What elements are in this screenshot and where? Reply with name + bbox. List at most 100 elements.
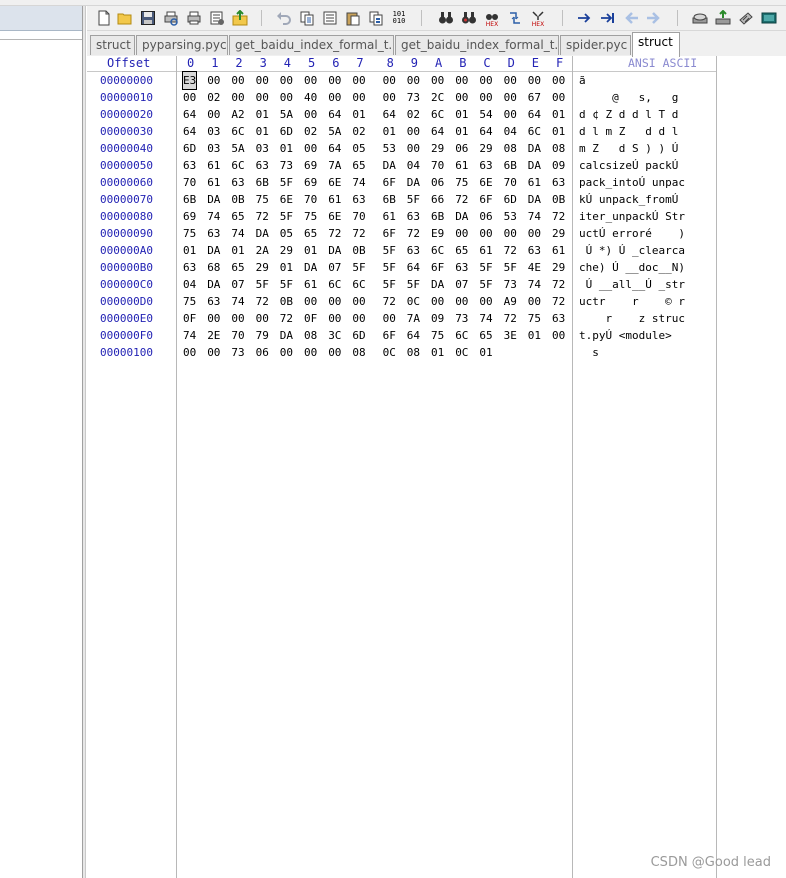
hex-byte[interactable]: 6D bbox=[352, 327, 365, 344]
hex-byte[interactable]: 0C bbox=[383, 344, 396, 361]
hex-byte[interactable]: 00 bbox=[280, 89, 293, 106]
ascii-text[interactable]: ã bbox=[579, 72, 586, 89]
hex-byte[interactable]: 6B bbox=[431, 208, 444, 225]
hex-byte[interactable]: 0C bbox=[455, 344, 468, 361]
hex-byte[interactable]: 03 bbox=[256, 140, 269, 157]
hex-byte[interactable]: 64 bbox=[328, 106, 341, 123]
hex-byte[interactable]: 2C bbox=[431, 89, 444, 106]
hex-byte[interactable]: 08 bbox=[407, 344, 420, 361]
hex-byte[interactable]: 5F bbox=[280, 276, 293, 293]
hex-byte[interactable]: 6C bbox=[328, 276, 341, 293]
hex-byte[interactable]: 6C bbox=[231, 157, 244, 174]
hex-row[interactable]: 000000B0 63 68 65 29 01 DA 07 5F 5F 64 6F 63 5F 5F 4E 29… bbox=[87, 259, 717, 276]
hex-byte[interactable]: 64 bbox=[407, 259, 420, 276]
replace-icon[interactable] bbox=[506, 9, 524, 27]
hex-byte[interactable]: 73 bbox=[407, 89, 420, 106]
hex-byte[interactable]: A9 bbox=[504, 293, 517, 310]
hex-byte[interactable]: 6C bbox=[352, 276, 365, 293]
hex-byte[interactable]: 00 bbox=[431, 293, 444, 310]
hex-row[interactable]: 00000010 00 02 00 00 00 40 00 00 00 73 2C 00 00 00 67 00… bbox=[87, 89, 717, 106]
hex-byte[interactable]: DA bbox=[528, 157, 541, 174]
hex-row[interactable]: 000000D0 75 63 74 72 0B 00 00 00 72 0C 00 00 00 A9 00 72… bbox=[87, 293, 717, 310]
hex-byte[interactable]: 0B bbox=[552, 191, 565, 208]
hex-byte[interactable]: DA bbox=[528, 191, 541, 208]
hex-byte[interactable]: 73 bbox=[231, 344, 244, 361]
hex-byte[interactable]: 00 bbox=[552, 327, 565, 344]
copy-icon[interactable] bbox=[298, 9, 316, 27]
hex-byte[interactable]: 5F bbox=[407, 276, 420, 293]
hex-byte[interactable]: 63 bbox=[528, 242, 541, 259]
hex-byte[interactable]: DA bbox=[431, 276, 444, 293]
hex-byte[interactable]: 01 bbox=[304, 242, 317, 259]
hex-byte[interactable]: 00 bbox=[183, 89, 196, 106]
hex-byte[interactable]: 63 bbox=[479, 157, 492, 174]
hex-byte[interactable]: 00 bbox=[407, 72, 420, 89]
hex-byte[interactable]: DA bbox=[304, 259, 317, 276]
hex-byte[interactable]: 01 bbox=[455, 123, 468, 140]
hex-byte[interactable]: 65 bbox=[479, 327, 492, 344]
hex-byte[interactable]: 65 bbox=[231, 259, 244, 276]
hex-byte[interactable]: 00 bbox=[207, 344, 220, 361]
calculator-icon[interactable] bbox=[760, 9, 778, 27]
hex-byte[interactable]: 00 bbox=[328, 310, 341, 327]
hex-byte[interactable]: 63 bbox=[231, 174, 244, 191]
hex-byte[interactable]: 6D bbox=[504, 191, 517, 208]
hex-byte[interactable]: 64 bbox=[328, 140, 341, 157]
hex-row[interactable]: 00000040 6D 03 5A 03 01 00 64 05 53 00 29 06 29 08 DA 08… bbox=[87, 140, 717, 157]
disk-icon[interactable] bbox=[691, 9, 709, 27]
hex-byte[interactable]: 6B bbox=[504, 157, 517, 174]
hex-byte[interactable]: 01 bbox=[528, 327, 541, 344]
hex-byte[interactable]: 02 bbox=[207, 89, 220, 106]
hex-byte[interactable]: 0B bbox=[352, 242, 365, 259]
ascii-text[interactable]: t.pyÚ <module> bbox=[579, 327, 672, 344]
hex-byte[interactable]: 61 bbox=[455, 157, 468, 174]
find-hex-icon[interactable]: HEX bbox=[483, 9, 501, 28]
hex-byte[interactable]: 00 bbox=[207, 106, 220, 123]
hex-byte[interactable]: 00 bbox=[352, 72, 365, 89]
hex-byte[interactable]: 00 bbox=[479, 89, 492, 106]
hex-byte[interactable]: 00 bbox=[256, 89, 269, 106]
hex-byte[interactable]: 01 bbox=[256, 106, 269, 123]
hex-byte[interactable]: 6F bbox=[479, 191, 492, 208]
hex-byte[interactable]: 63 bbox=[407, 208, 420, 225]
hex-byte[interactable]: 6D bbox=[280, 123, 293, 140]
tab-get-baidu-index-1[interactable]: get_baidu_index_formal_t... bbox=[229, 35, 394, 55]
hex-byte[interactable]: 00 bbox=[352, 310, 365, 327]
hex-byte[interactable]: 00 bbox=[552, 89, 565, 106]
hex-byte[interactable]: 00 bbox=[352, 89, 365, 106]
hex-byte[interactable]: 3C bbox=[328, 327, 341, 344]
open-folder-icon[interactable] bbox=[116, 9, 134, 27]
hex-byte[interactable]: 74 bbox=[183, 327, 196, 344]
hex-byte[interactable]: 79 bbox=[256, 327, 269, 344]
hex-byte[interactable]: 61 bbox=[207, 157, 220, 174]
hex-byte[interactable]: 00 bbox=[304, 72, 317, 89]
hex-byte[interactable]: DA bbox=[328, 242, 341, 259]
hex-byte[interactable]: 00 bbox=[504, 72, 517, 89]
paste-icon[interactable] bbox=[344, 9, 362, 27]
hex-byte[interactable]: 75 bbox=[183, 225, 196, 242]
hex-byte[interactable]: 00 bbox=[407, 123, 420, 140]
hex-byte[interactable]: 5F bbox=[256, 276, 269, 293]
paste-special-icon[interactable] bbox=[367, 9, 385, 27]
hex-byte[interactable]: 00 bbox=[528, 225, 541, 242]
ascii-text[interactable]: m Z d S ) ) Ú bbox=[579, 140, 678, 157]
hex-byte[interactable]: 2A bbox=[256, 242, 269, 259]
hex-byte[interactable]: 74 bbox=[207, 208, 220, 225]
hex-byte[interactable]: 04 bbox=[407, 157, 420, 174]
hex-byte[interactable]: 72 bbox=[552, 208, 565, 225]
hex-byte[interactable]: 72 bbox=[383, 293, 396, 310]
hex-byte[interactable]: 54 bbox=[479, 106, 492, 123]
hex-byte[interactable]: 4E bbox=[528, 259, 541, 276]
hex-byte[interactable]: 61 bbox=[552, 242, 565, 259]
tab-struct-1[interactable]: struct bbox=[90, 35, 135, 55]
hex-byte[interactable]: 08 bbox=[304, 327, 317, 344]
hex-byte[interactable]: 75 bbox=[455, 174, 468, 191]
hex-byte[interactable]: 72 bbox=[407, 225, 420, 242]
hex-byte[interactable]: 01 bbox=[280, 140, 293, 157]
hex-byte[interactable]: 63 bbox=[207, 293, 220, 310]
hex-byte[interactable]: 05 bbox=[280, 225, 293, 242]
hex-byte[interactable]: 72 bbox=[352, 225, 365, 242]
hex-byte[interactable]: 01 bbox=[383, 123, 396, 140]
hex-byte[interactable]: 04 bbox=[183, 276, 196, 293]
hex-byte[interactable]: 6E bbox=[479, 174, 492, 191]
